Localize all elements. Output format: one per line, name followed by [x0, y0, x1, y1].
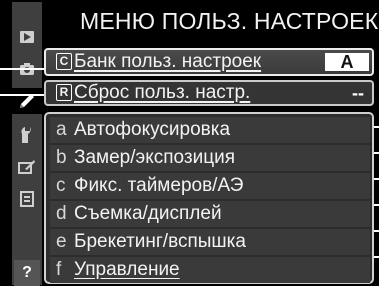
callout-line	[0, 94, 46, 96]
group-letter: b	[56, 147, 67, 168]
tab-playback[interactable]	[14, 24, 40, 50]
group-letter: d	[56, 203, 67, 224]
group-item-metering-exposure[interactable]: b Замер/экспозиция	[50, 145, 370, 171]
bank-value: A	[325, 53, 369, 71]
play-icon	[20, 31, 34, 43]
tab-setup[interactable]	[14, 122, 40, 148]
group-letter: c	[56, 175, 66, 196]
my-menu-icon	[20, 191, 34, 207]
group-label: Съемка/дисплей	[74, 203, 222, 224]
menu-tab-bar: ?	[12, 2, 42, 286]
reset-badge: R	[56, 84, 72, 101]
reset-value: --	[352, 83, 364, 103]
tab-my-menu[interactable]	[14, 186, 40, 212]
custom-settings-bank-item[interactable]: C Банк польз. настроек A	[44, 48, 374, 76]
custom-settings-group-list: a Автофокусировка b Замер/экспозиция c Фикс…	[44, 112, 374, 284]
help-icon[interactable]: ?	[14, 260, 40, 286]
group-label: Автофокусировка	[74, 119, 231, 140]
group-item-shooting-display[interactable]: d Съемка/дисплей	[50, 201, 370, 227]
wrench-icon	[21, 127, 31, 143]
group-label: Брекетинг/вспышка	[74, 231, 246, 252]
group-letter: f	[56, 259, 62, 280]
group-label: Замер/экспозиция	[74, 147, 235, 168]
callout-line	[0, 68, 46, 70]
group-item-controls[interactable]: f Управление	[50, 257, 370, 283]
retouch-icon	[18, 160, 35, 174]
group-item-autofocus[interactable]: a Автофокусировка	[50, 117, 370, 143]
group-label: Фикс. таймеров/АЭ	[74, 175, 244, 196]
camera-menu-screen: ? МЕНЮ ПОЛЬЗ. НАСТРОЕК C Банк польз. наст…	[0, 0, 379, 286]
tab-retouch[interactable]	[14, 154, 40, 180]
group-item-timers-ae-lock[interactable]: c Фикс. таймеров/АЭ	[50, 173, 370, 199]
group-label: Управление	[74, 259, 180, 280]
group-item-bracketing-flash[interactable]: e Брекетинг/вспышка	[50, 229, 370, 255]
bank-label: Банк польз. настроек	[74, 51, 262, 72]
help-label: ?	[22, 264, 32, 281]
reset-custom-settings-item[interactable]: R Сброс польз. настр. --	[44, 80, 374, 106]
group-letter: e	[56, 231, 67, 252]
group-letter: a	[56, 119, 67, 140]
bank-badge: C	[56, 53, 72, 70]
reset-label: Сброс польз. настр.	[74, 82, 251, 103]
menu-title: МЕНЮ ПОЛЬЗ. НАСТРОЕК	[80, 8, 379, 34]
tab-custom-settings[interactable]	[12, 88, 42, 114]
